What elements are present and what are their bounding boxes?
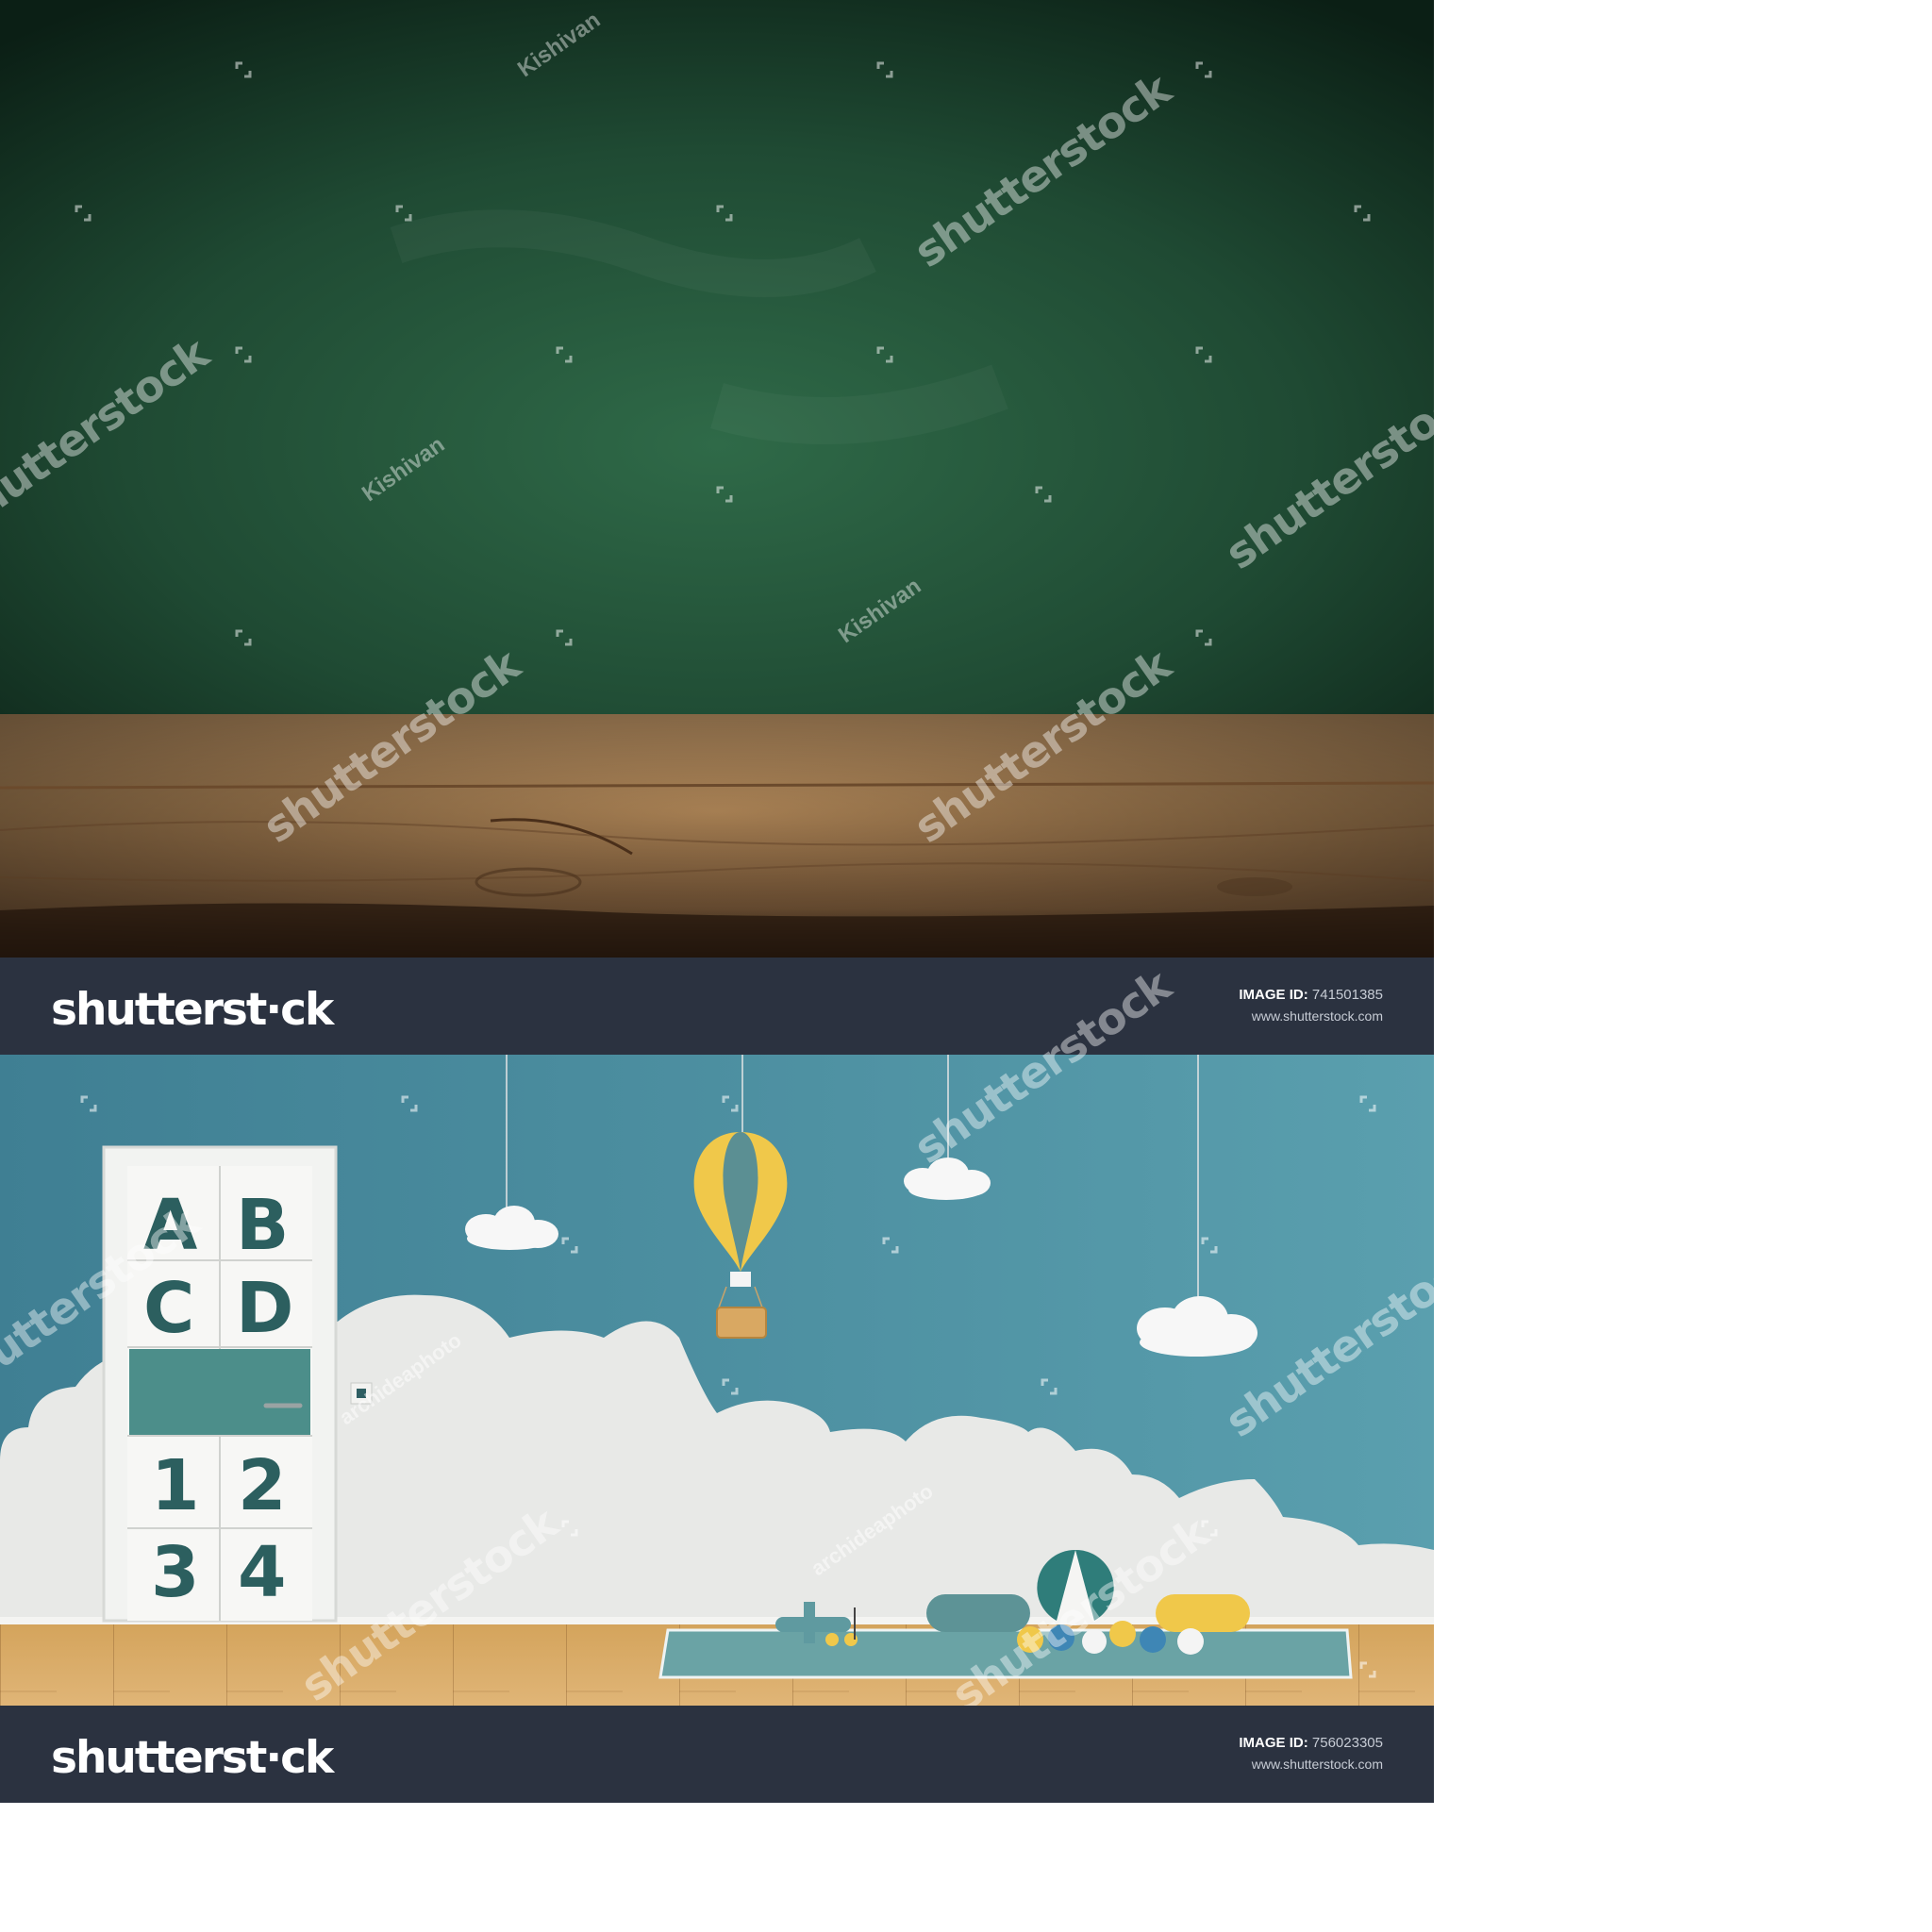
image-id-line: IMAGE ID: 741501385 <box>1239 985 1383 1006</box>
door-number: 3 <box>151 1532 200 1613</box>
yellow-cushion-roll <box>1156 1594 1250 1632</box>
chalkboard-table-photo <box>0 0 1434 958</box>
teal-cushion-roll <box>926 1594 1030 1632</box>
toy-ball <box>1048 1624 1074 1651</box>
kids-room-photo: A B C D 1 2 3 4 <box>0 1055 1434 1706</box>
play-rug <box>658 1628 1353 1679</box>
site-url: www.shutterstock.com <box>1251 1008 1383 1024</box>
toy-ball <box>1177 1628 1204 1655</box>
image-id-block: IMAGE ID: 741501385 www.shutterstock.com <box>1239 985 1383 1026</box>
image-footer-bar: shutterst⋅ck IMAGE ID: 756023305 www.shu… <box>0 1706 1434 1803</box>
light-switch-button <box>357 1389 366 1398</box>
door-letter: D <box>236 1268 294 1349</box>
toy-ball <box>1140 1626 1166 1653</box>
toy-ball <box>1082 1629 1107 1654</box>
toy-ball <box>1017 1626 1043 1653</box>
site-url: www.shutterstock.com <box>1251 1757 1383 1772</box>
chalkboard-scene-illustration <box>0 0 1434 958</box>
door-letter: A <box>143 1185 198 1266</box>
image-id-value: 741501385 <box>1311 987 1383 1003</box>
door-letter: C <box>143 1268 195 1349</box>
image-footer-bar: shutterst⋅ck IMAGE ID: 741501385 www.shu… <box>0 958 1434 1055</box>
chalkboard <box>0 0 1434 717</box>
image-id-block: IMAGE ID: 756023305 www.shutterstock.com <box>1239 1733 1383 1774</box>
kids-room-scene-illustration <box>0 1055 1434 1706</box>
door-number: 2 <box>238 1445 287 1526</box>
door-number: 1 <box>151 1445 200 1526</box>
door-letter: B <box>236 1185 290 1266</box>
door-number: 4 <box>238 1532 287 1613</box>
image-id-value: 756023305 <box>1311 1735 1383 1751</box>
door-teal-band <box>129 1349 310 1436</box>
toy-ball <box>1109 1621 1136 1647</box>
image-id-label: IMAGE ID: <box>1239 1735 1308 1751</box>
shutterstock-logo: shutterst⋅ck <box>51 1732 334 1784</box>
shutterstock-logo: shutterst⋅ck <box>51 984 334 1036</box>
wood-knot <box>1217 877 1292 896</box>
image-id-label: IMAGE ID: <box>1239 987 1308 1003</box>
image-id-line: IMAGE ID: 756023305 <box>1239 1733 1383 1754</box>
